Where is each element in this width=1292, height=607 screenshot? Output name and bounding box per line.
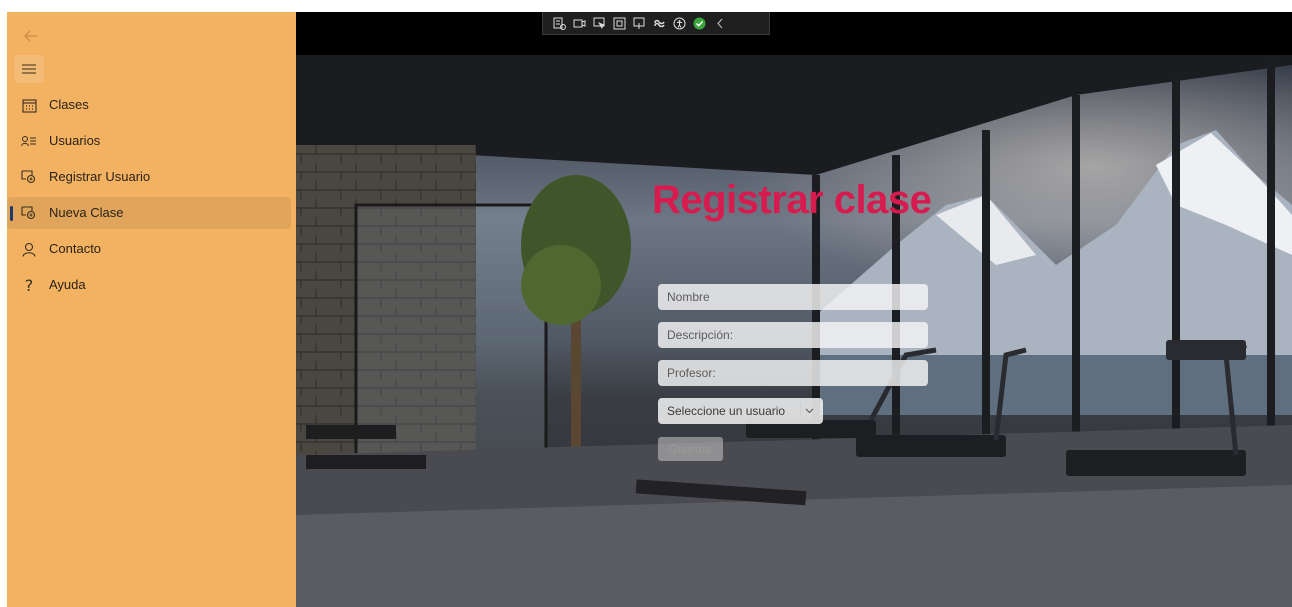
people-list-icon bbox=[20, 132, 38, 150]
register-icon bbox=[20, 204, 38, 222]
accessibility-icon[interactable] bbox=[673, 17, 686, 30]
person-icon bbox=[20, 240, 38, 258]
chevron-down-icon[interactable] bbox=[800, 403, 817, 419]
page-title: Registrar clase bbox=[652, 178, 932, 222]
sidebar-item-usuarios[interactable]: Usuarios bbox=[7, 125, 291, 157]
register-icon bbox=[20, 168, 38, 186]
sidebar-item-label: Usuarios bbox=[49, 133, 101, 148]
help-icon: ? bbox=[24, 275, 34, 295]
profesor-placeholder: Profesor: bbox=[667, 366, 716, 380]
track-focus-icon[interactable] bbox=[633, 17, 646, 30]
display-layout-icon[interactable] bbox=[573, 17, 586, 30]
descripcion-field[interactable]: Descripción: bbox=[658, 322, 928, 348]
content-frame: Registrar clase Nombre Descripción: Prof… bbox=[296, 12, 1292, 607]
back-arrow-icon[interactable] bbox=[19, 26, 43, 46]
sidebar-item-ayuda[interactable]: ? Ayuda bbox=[7, 269, 291, 301]
usuario-select[interactable]: Seleccione un usuario bbox=[658, 398, 823, 424]
save-button[interactable]: Guardar bbox=[658, 437, 723, 461]
sidebar-item-registrar-usuario[interactable]: Registrar Usuario bbox=[7, 161, 291, 193]
sidebar-item-clases[interactable]: Clases bbox=[7, 89, 291, 121]
calendar-icon bbox=[20, 96, 38, 114]
hamburger-icon[interactable] bbox=[14, 55, 44, 83]
sidebar-item-contacto[interactable]: Contacto bbox=[7, 233, 291, 265]
descripcion-placeholder: Descripción: bbox=[667, 328, 734, 342]
sidebar-item-label: Registrar Usuario bbox=[49, 169, 151, 184]
sidebar-item-label: Ayuda bbox=[49, 277, 86, 292]
debug-toolbar bbox=[542, 12, 770, 35]
select-element-icon[interactable] bbox=[593, 17, 606, 30]
sidebar-item-label: Contacto bbox=[49, 241, 102, 256]
binding-icon[interactable] bbox=[653, 17, 666, 30]
usuario-select-value: Seleccione un usuario bbox=[667, 404, 786, 418]
collapse-chevron-icon[interactable] bbox=[713, 17, 726, 30]
sidebar-item-label: Clases bbox=[49, 97, 89, 112]
nombre-field[interactable]: Nombre bbox=[658, 284, 928, 310]
hot-reload-check-icon[interactable] bbox=[693, 17, 706, 30]
selection-indicator bbox=[10, 206, 13, 221]
live-visual-tree-icon[interactable] bbox=[553, 17, 566, 30]
navigation-pane: Clases Usuarios Registrar Usuario Nueva … bbox=[7, 12, 296, 607]
adorner-icon[interactable] bbox=[613, 17, 626, 30]
nombre-placeholder: Nombre bbox=[667, 290, 710, 304]
sidebar-item-label: Nueva Clase bbox=[49, 205, 124, 220]
sidebar-item-nueva-clase[interactable]: Nueva Clase bbox=[7, 197, 291, 229]
profesor-field[interactable]: Profesor: bbox=[658, 360, 928, 386]
